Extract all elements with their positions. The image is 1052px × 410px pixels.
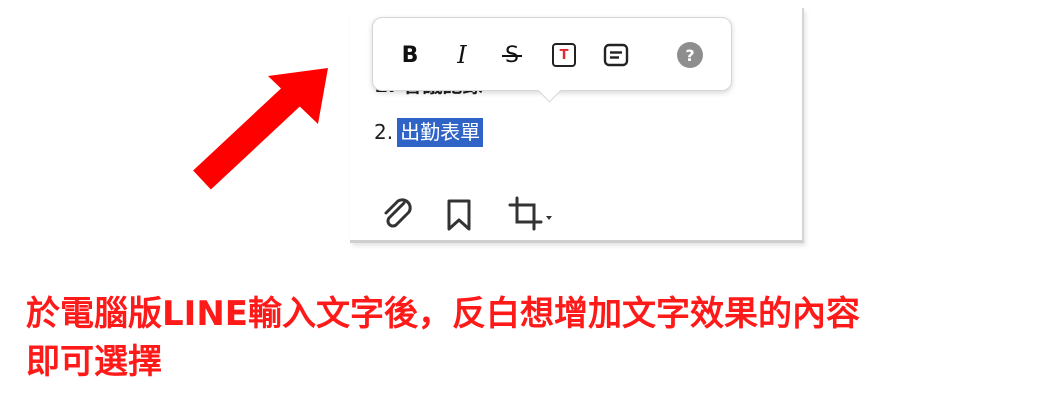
- strikethrough-button[interactable]: S: [495, 38, 529, 72]
- caption-line-2: 即可選擇: [26, 342, 162, 382]
- help-button[interactable]: ?: [673, 38, 707, 72]
- screenshot-button[interactable]: [506, 194, 554, 234]
- instruction-caption: 於電腦版LINE輸入文字後，反白想增加文字效果的內容 即可選擇: [26, 290, 1036, 386]
- caption-line-1: 於電腦版LINE輸入文字後，反白想增加文字效果的內容: [26, 294, 860, 334]
- list-item-number: 2.: [374, 120, 394, 144]
- italic-button[interactable]: I: [445, 38, 479, 72]
- text-block-icon: [603, 43, 629, 67]
- list-item[interactable]: 2. 出勤表單: [374, 116, 484, 147]
- bookmark-icon: [447, 199, 471, 231]
- bold-button[interactable]: B: [393, 38, 427, 72]
- text-color-button[interactable]: T: [547, 38, 581, 72]
- text-block-button[interactable]: [599, 38, 633, 72]
- attach-button[interactable]: [378, 194, 418, 234]
- strikethrough-icon: S: [502, 43, 522, 68]
- selected-text[interactable]: 出勤表單: [397, 118, 484, 147]
- caret-down-icon: [546, 216, 552, 220]
- keep-button[interactable]: [442, 196, 476, 234]
- text-format-toolbar: B I S T ?: [372, 17, 732, 103]
- red-arrow-icon: [193, 68, 328, 190]
- text-color-icon: T: [552, 43, 576, 67]
- help-icon: ?: [677, 42, 703, 68]
- crop-icon: [508, 196, 552, 231]
- paperclip-icon: [384, 198, 412, 228]
- bold-icon: B: [401, 42, 419, 68]
- italic-icon: I: [457, 41, 467, 69]
